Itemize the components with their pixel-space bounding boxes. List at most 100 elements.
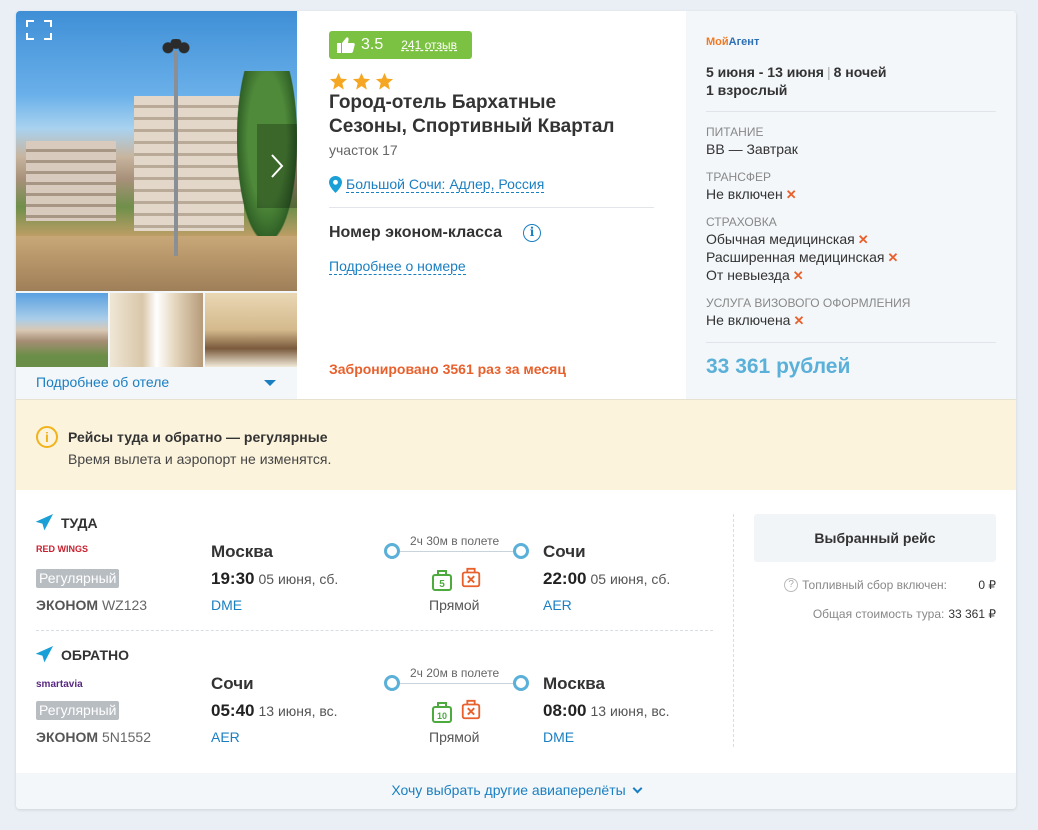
time-value: 19:30 [211,569,255,588]
airline-logo: smartavia [36,679,83,690]
map-pin-icon [329,176,342,193]
cross-icon: ✕ [792,268,804,283]
insurance-item-text: Обычная медицинская [706,231,855,247]
fuel-fee-value: 0 ₽ [978,578,996,592]
leg-label-text: ОБРАТНО [61,646,130,663]
photo-lamp [156,39,196,61]
tour-price: 33 361 рублей [706,355,851,378]
hotel-location[interactable]: Большой Сочи: Адлер, Россия [346,176,545,193]
hotel-info: 3.5 241 отзыв Город-отель Бархатные Сезо… [297,11,686,399]
route-line [400,551,518,552]
thumbnail-bedroom[interactable] [204,293,297,367]
selected-flight-button[interactable]: Выбранный рейс [754,514,996,562]
date-value: 05 июня, сб. [258,571,339,587]
info-icon: i [36,426,58,448]
tour-dates: 5 июня - 13 июня | 8 ночей [706,64,886,80]
flight-duration: 2ч 20м в полете [404,666,506,680]
chevron-down-icon[interactable] [264,380,276,386]
plane-icon [36,646,53,663]
hand-luggage-kg: 10 [437,711,447,721]
hotel-name-line2: Сезоны, Спортивный Квартал [329,116,615,137]
arrival-city: Москва [543,674,605,693]
arrival-airport[interactable]: AER [543,597,572,613]
departure-time: 05:40 13 июня, вс. [211,701,338,721]
flight-class: ЭКОНОМ WZ123 [36,597,147,613]
rating-badge[interactable]: 3.5 241 отзыв [329,31,472,59]
photo-ground [16,236,297,291]
reviews-link[interactable]: 241 отзыв [401,38,457,52]
fuel-fee-label: Топливный сбор включен: [802,578,947,592]
hotel-name-line1: Город-отель Бархатные [329,92,557,113]
room-details-link[interactable]: Подробнее о номере [329,258,466,275]
hotel-main-photo[interactable] [16,11,297,291]
no-baggage-icon [461,699,481,720]
departure-airport[interactable]: DME [211,597,242,613]
divider [329,207,654,208]
arrival-time: 08:00 13 июня, вс. [543,701,670,721]
agent-logo-part1: Мой [706,36,729,48]
divider [36,630,713,631]
star-icon [329,72,348,90]
date-value: 05 июня, сб. [590,571,671,587]
other-flights-button[interactable]: Хочу выбрать другие авиаперелёты [16,773,1016,809]
cross-icon: ✕ [857,232,869,247]
date-value: 13 июня, вс. [590,703,670,719]
insurance-item: От невыезда ✕ [706,267,804,284]
insurance-item: Обычная медицинская ✕ [706,231,869,248]
visa-label: УСЛУГА ВИЗОВОГО ОФОРМЛЕНИЯ [706,296,911,310]
insurance-item: Расширенная медицинская ✕ [706,249,898,266]
hotel-details-link[interactable]: Подробнее об отеле [36,374,169,390]
info-icon[interactable]: i [523,224,541,242]
agent-logo-part2: Агент [728,36,760,48]
departure-city: Сочи [211,674,254,693]
time-value: 05:40 [211,701,255,720]
airline-logo: RED WINGS [36,544,89,554]
fullscreen-icon[interactable] [26,20,52,40]
hotel-location-link[interactable]: Большой Сочи: Адлер, Россия [329,176,545,193]
leg-label-return: ОБРАТНО [36,646,129,663]
flight-notice: i Рейсы туда и обратно — регулярные Врем… [16,399,1016,490]
arrival-airport[interactable]: DME [543,729,574,745]
guests-count: 1 взрослый [706,82,788,98]
transfer-value-text: Не включен [706,186,783,202]
other-flights-label: Хочу выбрать другие авиаперелёты [391,782,626,798]
room-title: Номер эконом-класса [329,224,503,241]
hotel-gallery: Подробнее об отеле [16,11,297,399]
meal-label: ПИТАНИЕ [706,125,764,139]
flight-type-badge: Регулярный [36,701,120,720]
cross-icon: ✕ [887,250,899,265]
photo-building-left [26,141,116,221]
hand-luggage-kg: 5 [439,579,445,590]
thumbnail-room[interactable] [110,293,203,367]
arrival-city: Сочи [543,542,586,561]
star-icon [352,72,371,90]
visa-value-text: Не включена [706,312,791,328]
divider [706,342,996,343]
thumbnail-exterior[interactable] [16,293,109,367]
arrival-time: 22:00 05 июня, сб. [543,569,670,589]
photo-building [134,96,244,231]
notice-title: Рейсы туда и обратно — регулярные [68,429,328,445]
gallery-next-button[interactable] [257,124,297,208]
departure-point-icon [384,675,400,691]
rating-value: 3.5 [361,36,384,53]
flight-type-badge: Регулярный [36,569,120,588]
meal-value: BB — Завтрак [706,141,798,157]
divider [706,111,996,112]
date-range: 5 июня - 13 июня [706,64,824,80]
departure-point-icon [384,543,400,559]
cross-icon: ✕ [785,187,797,202]
date-value: 13 июня, вс. [258,703,338,719]
departure-airport[interactable]: AER [211,729,240,745]
tour-summary: МойАгент 5 июня - 13 июня | 8 ночей 1 взро… [686,11,1016,399]
departure-city: Москва [211,542,273,561]
hotel-name-fade [619,111,664,141]
hotel-name: Город-отель Бархатные Сезоны, Спортивный… [329,91,659,139]
leg-label-text: ТУДА [61,514,98,531]
chevron-down-icon [632,783,643,794]
help-icon[interactable]: ? [784,578,799,592]
arrival-point-icon [513,675,529,691]
fuel-fee-row: ? Топливный сбор включен: 0 ₽ [784,578,996,592]
total-cost-label: Общая стоимость тура: [812,607,945,621]
leg-label-outbound: ТУДА [36,514,98,531]
